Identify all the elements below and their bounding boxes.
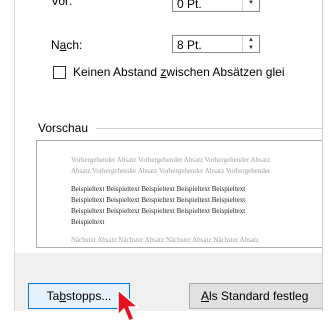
preview-box: Vorhergehender Absatz Vorhergehender Abs… [36, 140, 322, 248]
preview-sample-text-line: Beispieltext Beispieltext Beispieltext B… [71, 185, 246, 193]
spacing-after-label-part2: ch: [66, 38, 83, 52]
spacing-before-label: Vor: [51, 0, 73, 8]
no-space-label-part2: wischen Absätzen glei [166, 65, 285, 79]
preview-previous-paragraph-line: Absatz Vorhergehender Absatz Vorhergehen… [71, 167, 271, 175]
paragraph-dialog: Vor: 0 Pt. ▼ Nach: 8 Pt. ▲ ▼ Keinen Abst… [0, 0, 334, 324]
spacing-after-input[interactable]: 8 Pt. ▲ ▼ [172, 35, 260, 53]
preview-group-separator [96, 128, 322, 129]
preview-sample-text-line: Beispieltext Beispieltext Beispieltext B… [71, 196, 246, 204]
set-as-default-label: ls Standard festleg [209, 289, 309, 303]
no-space-label-part1: Keinen Abstand [73, 65, 161, 79]
tab-stops-button[interactable]: Tabstopps... [28, 283, 130, 309]
spin-up-icon[interactable]: ▲ [243, 36, 259, 44]
spacing-after-label-part1: N [51, 38, 60, 52]
preview-next-paragraph-line: Nächster Absatz Nächster Absatz Nächster… [71, 236, 259, 244]
spacing-before-input[interactable]: 0 Pt. ▼ [172, 0, 260, 12]
spacing-before-spinner[interactable]: ▼ [242, 0, 259, 11]
preview-sample-text-line: Beispieltext [71, 218, 105, 226]
tab-stops-label-part2: stopps... [66, 289, 112, 303]
no-space-between-paragraphs-label: Keinen Abstand zwischen Absätzen glei [73, 65, 284, 79]
no-space-between-paragraphs-checkbox[interactable] [53, 66, 66, 79]
spacing-after-spinner[interactable]: ▲ ▼ [242, 36, 259, 52]
spin-down-icon[interactable]: ▼ [243, 44, 259, 52]
tab-stops-label-part1: Ta [46, 289, 60, 303]
tab-stops-mnemonic: b [59, 289, 66, 303]
spacing-after-value: 8 Pt. [177, 38, 202, 52]
window-edge [322, 0, 334, 324]
spin-down-icon[interactable]: ▼ [243, 0, 259, 7]
preview-previous-paragraph-line: Vorhergehender Absatz Vorhergehender Abs… [71, 156, 270, 164]
preview-sample-text-line: Beispieltext Beispieltext Beispieltext B… [71, 207, 246, 215]
mouse-pointer-icon [117, 289, 139, 322]
preview-group-title: Vorschau [38, 121, 89, 135]
spacing-after-label: Nach: [51, 38, 82, 52]
set-as-default-mnemonic: A [201, 289, 210, 303]
window-bottom-strip [0, 311, 334, 324]
set-as-default-button[interactable]: Als Standard festleg [189, 283, 322, 309]
spacing-before-value: 0 Pt. [177, 0, 202, 11]
